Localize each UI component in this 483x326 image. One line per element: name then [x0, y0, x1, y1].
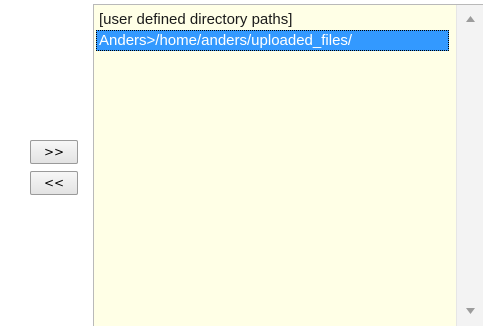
add-directory-button[interactable]: >> [30, 140, 78, 164]
directory-chooser-panel: >> << [user defined directory paths] And… [0, 0, 483, 326]
list-item-user-defined-header[interactable]: [user defined directory paths] [96, 9, 455, 30]
remove-directory-button[interactable]: << [30, 171, 78, 195]
scroll-up-button[interactable] [457, 9, 483, 29]
directory-listbox[interactable]: [user defined directory paths] Anders>/h… [93, 4, 483, 326]
triangle-down-icon [465, 308, 475, 314]
triangle-up-icon [465, 16, 475, 22]
list-item-selected-path[interactable]: Anders>/home/anders/uploaded_files/ [96, 30, 449, 51]
scroll-down-button[interactable] [457, 301, 483, 321]
directory-list-items: [user defined directory paths] Anders>/h… [96, 9, 455, 51]
vertical-scrollbar[interactable] [456, 5, 483, 326]
